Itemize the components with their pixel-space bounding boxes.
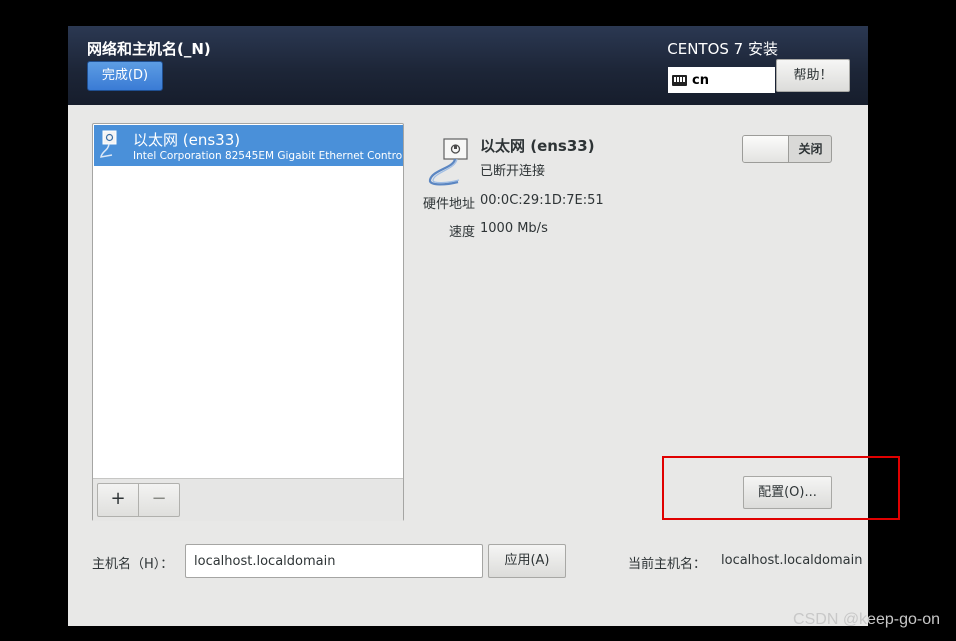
apply-hostname-button[interactable]: 应用(A) bbox=[488, 544, 566, 578]
network-hostname-spoke: 网络和主机名(_N) 完成(D) CENTOS 7 安装 cn 帮助！ 以太网 … bbox=[68, 26, 868, 626]
keyboard-layout-indicator[interactable]: cn bbox=[668, 67, 775, 93]
add-device-button[interactable]: + bbox=[97, 483, 139, 517]
toggle-knob bbox=[743, 136, 789, 162]
device-status: 已断开连接 bbox=[480, 164, 546, 179]
device-list-toolbar: + − bbox=[93, 478, 403, 521]
highlight-annotation-box bbox=[662, 456, 900, 520]
done-button[interactable]: 完成(D) bbox=[87, 61, 163, 91]
speed-value: 1000 Mb/s bbox=[480, 221, 548, 236]
hw-address-value: 00:0C:29:1D:7E:51 bbox=[480, 193, 604, 208]
help-button[interactable]: 帮助！ bbox=[776, 59, 850, 92]
ethernet-icon bbox=[100, 130, 117, 158]
toggle-state-label: 关闭 bbox=[798, 142, 823, 156]
device-list: 以太网 (ens33) Intel Corporation 82545EM Gi… bbox=[92, 123, 404, 521]
ethernet-port-icon bbox=[428, 138, 468, 186]
spoke-title: 网络和主机名(_N) bbox=[87, 40, 211, 58]
remove-device-button[interactable]: − bbox=[138, 483, 180, 517]
product-title: CENTOS 7 安装 bbox=[667, 40, 778, 58]
hw-address-label: 硬件地址 bbox=[422, 197, 475, 212]
connection-toggle[interactable]: 关闭 bbox=[742, 135, 832, 163]
device-list-item[interactable]: 以太网 (ens33) Intel Corporation 82545EM Gi… bbox=[94, 125, 403, 166]
keyboard-layout-label: cn bbox=[692, 72, 709, 88]
device-name: 以太网 (ens33) bbox=[480, 137, 595, 155]
keyboard-icon bbox=[672, 74, 687, 86]
header-bar: 网络和主机名(_N) 完成(D) CENTOS 7 安装 cn 帮助！ bbox=[68, 26, 868, 105]
speed-label: 速度 bbox=[448, 225, 475, 240]
watermark: CSDN @keep-go-on bbox=[793, 611, 940, 628]
hostname-label: 主机名（H）： bbox=[92, 557, 174, 572]
current-hostname-label: 当前主机名： bbox=[628, 557, 707, 572]
device-list-item-description: Intel Corporation 82545EM Gigabit Ethern… bbox=[133, 150, 403, 162]
current-hostname-value: localhost.localdomain bbox=[721, 553, 863, 568]
hostname-input[interactable] bbox=[185, 544, 483, 578]
device-list-item-name: 以太网 (ens33) bbox=[133, 131, 241, 149]
